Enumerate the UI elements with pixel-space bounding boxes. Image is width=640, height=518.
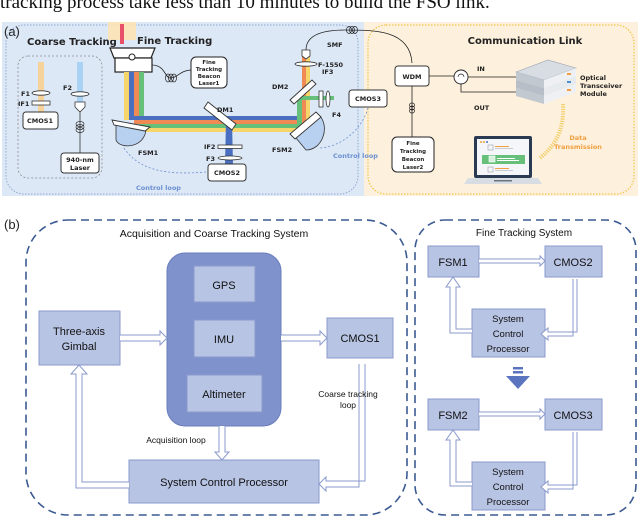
label-if2: IF2 bbox=[204, 143, 215, 151]
beacon1-line1: Fine bbox=[202, 60, 216, 66]
horizontal-beam bbox=[124, 116, 309, 132]
fsm1-label-b: FSM1 bbox=[438, 257, 467, 269]
fine-tracking-title: Fine Tracking bbox=[137, 36, 212, 47]
label-f3: F3 bbox=[206, 155, 215, 163]
label-fsm2: FSM2 bbox=[272, 146, 292, 154]
beacon2-line4: Laser2 bbox=[403, 165, 424, 171]
figure-canvas: (a) Coarse Tracking Fine Tracking Commun… bbox=[2, 22, 638, 516]
cmos3-label-b: CMOS3 bbox=[553, 410, 592, 422]
arrow-gimbal-to-sensors bbox=[120, 329, 168, 347]
filter-if1 bbox=[31, 100, 51, 106]
gps-label: GPS bbox=[212, 280, 235, 292]
label-fsm1: FSM1 bbox=[138, 149, 159, 157]
control-loop-2-label: Control loop bbox=[333, 152, 378, 160]
label-smf: SMF bbox=[327, 41, 343, 49]
scp1-line3: Processor bbox=[487, 344, 530, 355]
imu-label: IMU bbox=[214, 334, 234, 346]
transceiver-line1: Optical bbox=[580, 74, 606, 82]
panel-b-label: (b) bbox=[4, 217, 20, 232]
transceiver-line3: Module bbox=[580, 90, 607, 98]
altimeter-label: Altimeter bbox=[202, 389, 246, 401]
incoming-red-beam bbox=[120, 24, 124, 44]
label-cmos1: CMOS1 bbox=[27, 117, 53, 125]
arrow-sensors-to-scp bbox=[213, 426, 231, 461]
scp1-line2: Control bbox=[493, 329, 524, 340]
arrow-fsm1-to-cmos2 bbox=[479, 254, 546, 268]
label-dm1: DM1 bbox=[217, 106, 234, 114]
label-f4: F4 bbox=[332, 111, 341, 119]
label-cmos3: CMOS3 bbox=[355, 95, 381, 103]
label-f2: F2 bbox=[63, 84, 72, 92]
scp2-line3: Processor bbox=[487, 497, 530, 508]
cmos2-label-b: CMOS2 bbox=[553, 257, 592, 269]
beacon1-line3: Beacon bbox=[198, 74, 221, 80]
gimbal-box bbox=[38, 310, 121, 366]
gimbal-line1: Three-axis bbox=[53, 326, 105, 338]
panel-a: (a) Coarse Tracking Fine Tracking Commun… bbox=[2, 22, 638, 196]
label-if1: IF1 bbox=[18, 100, 30, 108]
arrow-scp1-to-fsm1 bbox=[445, 276, 472, 334]
beacon2-line1: Fine bbox=[406, 141, 420, 147]
arrow-cmos1-to-scp bbox=[318, 364, 366, 493]
label-dm2: DM2 bbox=[272, 83, 288, 91]
laptop-icon bbox=[464, 136, 542, 184]
data-tx-line1: Data bbox=[569, 134, 586, 142]
arrow-fsm2-to-cmos3 bbox=[479, 407, 546, 421]
beacon1-line4: Laser1 bbox=[199, 81, 220, 87]
scp2-line2: Control bbox=[493, 482, 524, 493]
beacon1-line2: Tracking bbox=[196, 67, 222, 73]
coarse-tracking-title: Coarse Tracking bbox=[27, 37, 117, 48]
scp1-line1: System bbox=[492, 314, 524, 325]
telescope-port bbox=[128, 53, 136, 61]
arrow-scp2-to-fsm2 bbox=[445, 429, 472, 487]
label-wdm: WDM bbox=[402, 73, 421, 81]
lens-f3 bbox=[217, 155, 243, 161]
fine-system-title: Fine Tracking System bbox=[476, 228, 572, 239]
lens-f2 bbox=[70, 91, 90, 97]
fine-arrows bbox=[445, 254, 578, 495]
arrow-cmos3-to-scp2 bbox=[540, 432, 578, 495]
label-cmos2: CMOS2 bbox=[214, 169, 240, 177]
gimbal-line2: Gimbal bbox=[62, 341, 97, 353]
scp2-line1: System bbox=[492, 467, 524, 478]
label-f1: F1 bbox=[21, 90, 30, 98]
transition-down-arrow-icon bbox=[506, 367, 530, 389]
label-940nm: 940-nm bbox=[66, 156, 94, 164]
arrow-sensors-to-cmos1 bbox=[281, 329, 328, 347]
control-loop-1-label: Control loop bbox=[136, 184, 181, 192]
comm-link-title: Communication Link bbox=[468, 36, 583, 47]
transceiver-line2: Transceiver bbox=[580, 82, 623, 90]
data-tx-line2: Transmission bbox=[554, 143, 602, 151]
lens-f4 bbox=[325, 90, 331, 108]
label-out: OUT bbox=[474, 104, 490, 112]
arrow-cmos2-to-scp1 bbox=[540, 279, 578, 342]
acq-loop-label: Acquisition loop bbox=[146, 435, 206, 445]
fsm2-label-b: FSM2 bbox=[438, 410, 467, 422]
label-in: IN bbox=[477, 65, 485, 73]
label-if3: IF3 bbox=[322, 68, 333, 76]
acq-system-title: Acquisition and Coarse Tracking System bbox=[120, 228, 309, 240]
panel-b: (b) Acquisition and Coarse Tracking Syst… bbox=[4, 217, 637, 516]
vertical-beam bbox=[124, 72, 144, 120]
beacon2-line3: Beacon bbox=[402, 157, 425, 163]
lens-f1 bbox=[31, 90, 51, 96]
cmos1-label-b: CMOS1 bbox=[340, 333, 379, 345]
panel-a-label: (a) bbox=[4, 24, 20, 39]
coarse-loop-line2: loop bbox=[340, 400, 356, 410]
label-laser: Laser bbox=[70, 164, 91, 172]
beacon2-line2: Tracking bbox=[400, 149, 426, 155]
filter-if3 bbox=[318, 90, 324, 108]
arrow-scp-to-gimbal bbox=[69, 364, 129, 489]
scp-label: System Control Processor bbox=[160, 477, 288, 489]
coarse-loop-line1: Coarse tracking bbox=[318, 389, 378, 399]
filter-if2 bbox=[217, 144, 243, 149]
lens-f1550 bbox=[294, 61, 318, 67]
circulator-icon bbox=[453, 69, 469, 85]
